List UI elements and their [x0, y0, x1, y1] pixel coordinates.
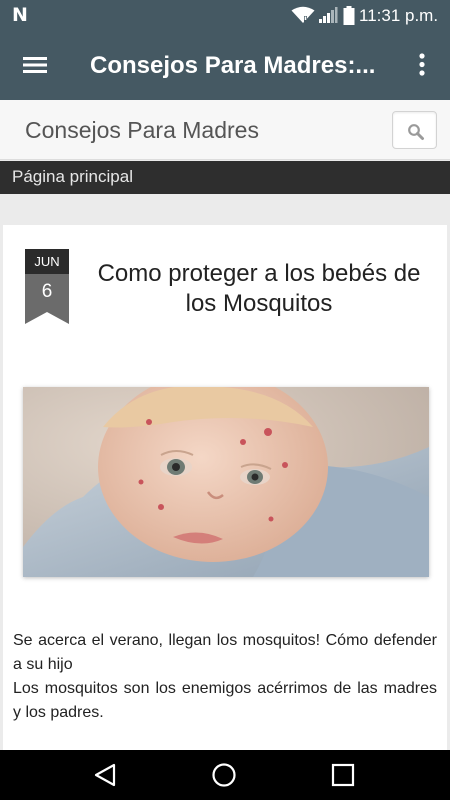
site-title[interactable]: Consejos Para Madres	[25, 117, 259, 144]
date-day-ribbon: 6	[25, 274, 69, 324]
date-badge: JUN 6	[25, 249, 69, 324]
excerpt-line-1: Se acerca el verano, llegan los mosquito…	[13, 632, 437, 673]
nav-item-home[interactable]: Página principal	[12, 167, 133, 187]
more-vertical-icon	[419, 53, 425, 76]
status-clock: 11:31 p.m.	[359, 6, 439, 25]
app-bar: Consejos Para Madres:...	[0, 30, 450, 100]
battery-icon	[343, 6, 355, 25]
wifi-icon	[291, 6, 315, 23]
status-bar: N 11:31 p.m.	[0, 0, 450, 30]
hamburger-menu-icon	[23, 57, 47, 73]
app-title: Consejos Para Madres:...	[90, 52, 376, 79]
post-card: JUN 6 Como proteger a los bebés de los M…	[3, 225, 447, 765]
post-image[interactable]	[23, 387, 429, 577]
baby-photo-illustration	[23, 387, 429, 577]
hamburger-menu-button[interactable]	[16, 50, 56, 80]
site-header: Consejos Para Madres	[0, 100, 450, 160]
system-nav-bar	[0, 750, 450, 800]
cell-signal-icon	[319, 7, 338, 23]
nav-bar: Página principal	[0, 161, 450, 194]
post-title[interactable]: Como proteger a los bebés de los Mosquit…	[83, 259, 435, 319]
overflow-menu-button[interactable]	[410, 50, 434, 80]
date-day: 6	[41, 281, 53, 302]
search-icon	[408, 124, 424, 140]
notification-n-icon: N	[12, 4, 28, 26]
back-icon[interactable]	[92, 762, 118, 788]
date-month: JUN	[25, 249, 69, 274]
post-excerpt: Se acerca el verano, llegan los mosquito…	[13, 629, 437, 725]
excerpt-line-2: Los mosquitos son los enemigos acérrimos…	[13, 680, 437, 721]
recents-icon[interactable]	[330, 762, 356, 788]
home-icon[interactable]	[211, 762, 237, 788]
search-button[interactable]	[392, 111, 437, 149]
